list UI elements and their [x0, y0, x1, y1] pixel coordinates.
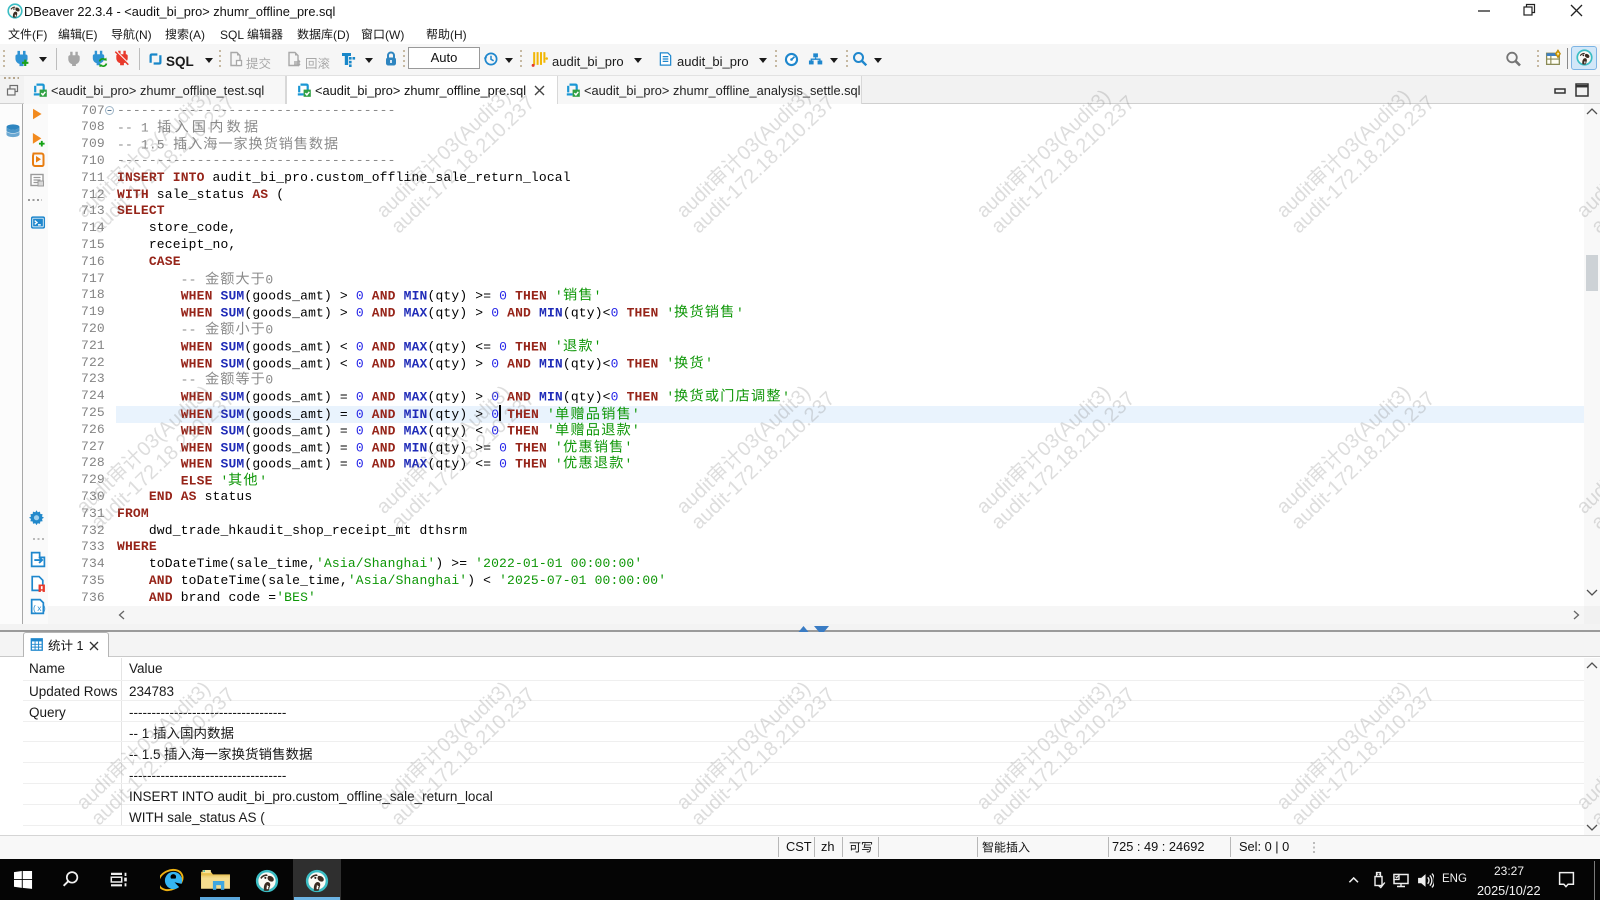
svg-text:(x): (x)	[32, 605, 46, 614]
